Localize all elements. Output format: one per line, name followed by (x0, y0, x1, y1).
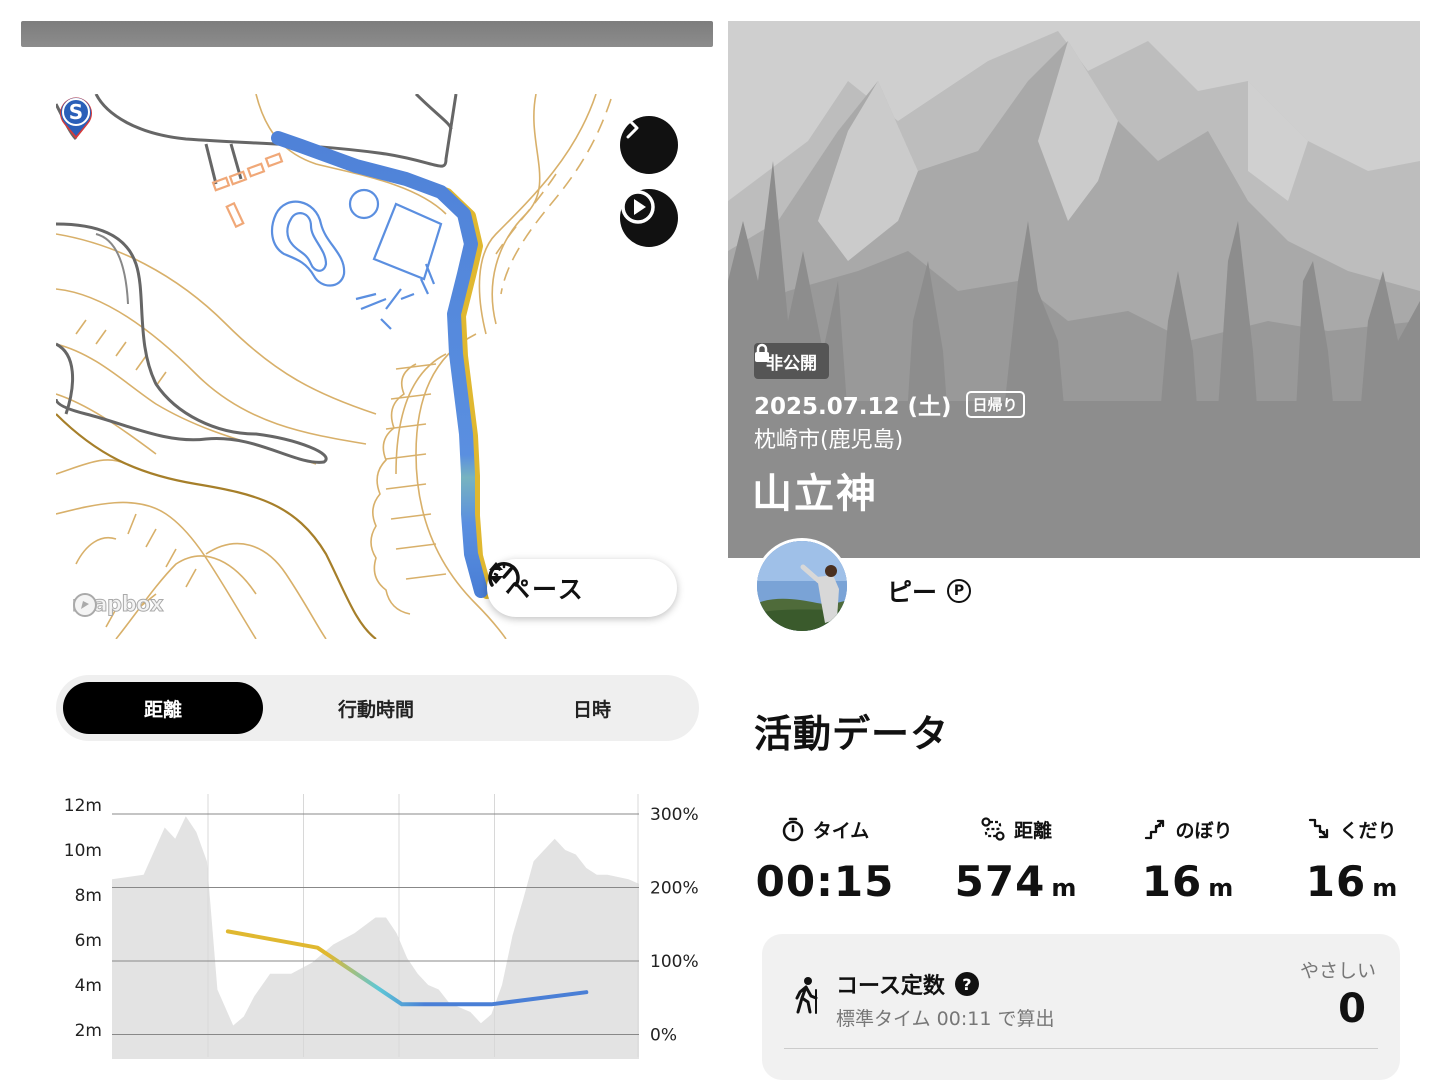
tab-distance[interactable]: 距離 (63, 682, 263, 734)
y-right-tick-label: 100% (650, 952, 699, 972)
stat-descent-unit: m (1372, 874, 1399, 902)
trip-type-badge: 日帰り (965, 390, 1025, 418)
descent-icon (1309, 818, 1329, 839)
y-left-tick-label: 2m (75, 1021, 102, 1041)
course-title-row: コース定数 ? (836, 968, 979, 1000)
stat-time-label: タイム (812, 819, 870, 842)
stat-distance-label: 距離 (1013, 819, 1052, 842)
y-left-tick-label: 12m (64, 796, 102, 816)
start-marker[interactable]: S (56, 94, 96, 140)
hero-banner: 非公開 2025.07.12 (土) 日帰り 枕崎市(鹿児島) 山立神 (728, 21, 1420, 558)
y-left-tick-label: 8m (75, 886, 102, 906)
premium-badge: P (947, 579, 972, 603)
y-right-tick-label: 0% (650, 1026, 677, 1046)
stat-descent-value: 16 m (1306, 857, 1398, 906)
lock-icon (755, 343, 769, 362)
avatar[interactable] (754, 538, 850, 634)
course-level: やさしい (1299, 960, 1376, 982)
y-right-tick-label: 200% (650, 879, 699, 899)
y-right-tick-label: 300% (650, 805, 699, 825)
course-title: コース定数 (836, 974, 945, 999)
course-divider (784, 1048, 1378, 1049)
stat-descent-label-row: くだり (1307, 815, 1397, 843)
stat-distance-value: 574 m (955, 857, 1078, 906)
help-icon[interactable]: ? (954, 972, 979, 996)
stat-distance: 距離 574 m (955, 815, 1076, 906)
user-name-row[interactable]: ピー P (887, 573, 972, 609)
play-icon (621, 190, 655, 224)
y-left-tick-label: 6m (75, 931, 102, 951)
next-button[interactable] (620, 116, 678, 174)
stat-ascent-number: 16 (1141, 857, 1203, 906)
stat-distance-unit: m (1051, 874, 1078, 902)
route-icon (981, 817, 1005, 841)
top-scroll-bar (21, 21, 713, 47)
activity-title: 山立神 (752, 471, 878, 517)
stat-descent-label: くだり (1339, 819, 1397, 842)
course-constant-card[interactable]: コース定数 ? 標準タイム 00:11 で算出 やさしい 0 (762, 934, 1400, 1080)
elevation-pace-chart[interactable]: 12m 10m 8m 6m 4m 2m 300% 200% 100% 0% (56, 780, 706, 1070)
y-left-tick-label: 10m (64, 841, 102, 861)
pace-selector[interactable]: ペース (487, 559, 677, 617)
elevation-area (112, 816, 639, 1059)
course-value: 0 (1338, 986, 1366, 1032)
ascent-icon (1145, 819, 1165, 840)
y-left-tick-label: 4m (75, 976, 102, 996)
chart-canvas: 12m 10m 8m 6m 4m 2m 300% 200% 100% 0% (64, 794, 699, 1059)
stat-ascent-value: 16 m (1142, 857, 1234, 906)
stat-time-label-row: タイム (781, 815, 870, 843)
stopwatch-icon (782, 817, 803, 842)
stat-descent: くだり 16 m (1304, 815, 1400, 906)
sort-icon (489, 562, 503, 584)
stat-time: タイム 00:15 (756, 815, 893, 906)
tab-datetime[interactable]: 日時 (492, 682, 692, 734)
activity-location: 枕崎市(鹿児島) (754, 428, 904, 453)
stat-distance-label-row: 距離 (980, 815, 1052, 843)
stat-ascent: のぼり 16 m (1140, 815, 1236, 907)
stat-ascent-label: のぼり (1175, 819, 1233, 842)
mapbox-attribution[interactable]: mapbox (71, 592, 164, 617)
mapbox-logo-icon (73, 593, 97, 617)
stat-descent-number: 16 (1305, 857, 1367, 906)
play-button[interactable] (620, 189, 678, 247)
user-name: ピー (887, 578, 938, 607)
stat-time-value: 00:15 (756, 857, 895, 906)
privacy-label: 非公開 (766, 353, 817, 374)
map-canvas (56, 94, 612, 639)
start-marker-label: S (69, 100, 83, 124)
chevron-right-icon (626, 117, 639, 139)
stat-ascent-unit: m (1208, 874, 1235, 902)
activity-data-heading: 活動データ (754, 712, 950, 756)
privacy-badge: 非公開 (754, 343, 829, 379)
stat-time-number: 00:15 (755, 857, 895, 906)
route-map[interactable]: S mapbox ペース (56, 94, 686, 639)
activity-date: 2025.07.12 (土) (754, 394, 952, 420)
tab-active-time[interactable]: 行動時間 (276, 682, 476, 734)
chart-axis-tabs: 距離 行動時間 日時 (56, 675, 699, 741)
course-subtitle: 標準タイム 00:11 で算出 (836, 1008, 1055, 1030)
avatar-photo (757, 541, 847, 631)
activity-date-row: 2025.07.12 (土) 日帰り (754, 387, 1025, 421)
hiker-icon (795, 977, 818, 1014)
stat-distance-number: 574 (954, 857, 1046, 906)
stat-ascent-label-row: のぼり (1143, 815, 1233, 843)
